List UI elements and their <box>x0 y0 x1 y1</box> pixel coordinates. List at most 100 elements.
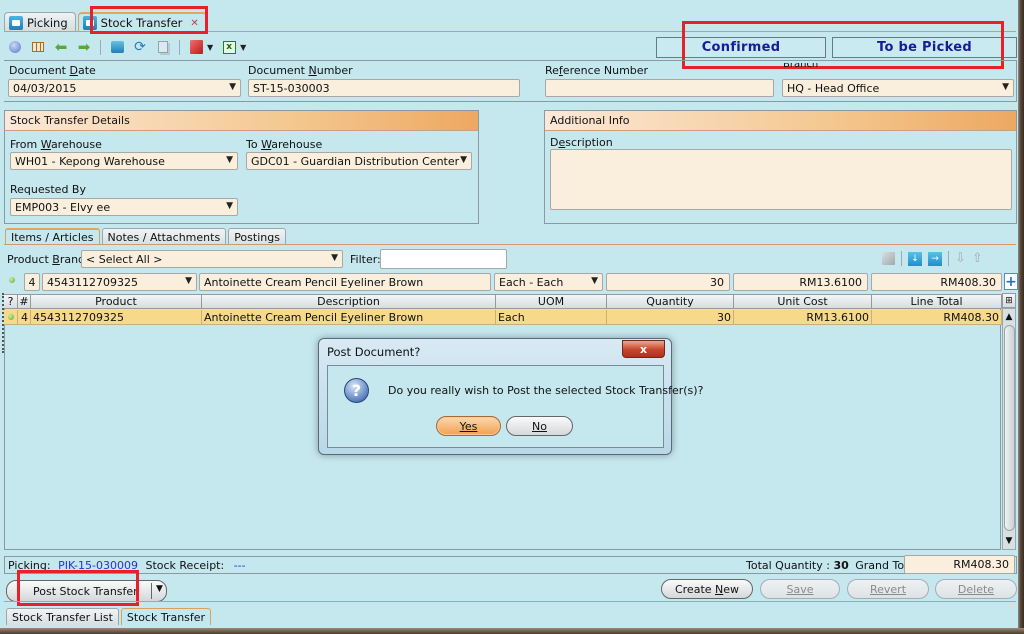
no-button[interactable]: No <box>506 416 573 436</box>
back-arrow-icon[interactable]: ⬅ <box>54 38 68 56</box>
column-header[interactable]: ? <box>4 295 18 308</box>
tab-items-articles[interactable]: Items / Articles <box>5 228 100 245</box>
revert-button[interactable]: Revert <box>847 579 929 599</box>
column-header[interactable]: # <box>18 295 31 308</box>
close-icon: x <box>639 342 648 356</box>
line-total-field[interactable]: RM408.30 <box>871 273 1002 291</box>
requested-by-select[interactable]: EMP003 - Elvy ee ▼ <box>10 198 238 216</box>
refresh-icon[interactable]: ⟳ <box>133 39 147 55</box>
detail-tabs: Items / Articles Notes / Attachments Pos… <box>5 228 286 245</box>
divider <box>4 31 1016 32</box>
reference-number-field[interactable] <box>545 79 774 97</box>
pdf-dropdown-icon[interactable]: ▼ <box>207 43 213 52</box>
from-warehouse-select[interactable]: WH01 - Kepong Warehouse ▼ <box>10 152 238 170</box>
cell-uom: Each <box>496 310 607 324</box>
to-warehouse-label: To Warehouse <box>246 138 323 151</box>
move-down-icon[interactable]: ⇩ <box>955 251 966 266</box>
yes-button[interactable]: Yes <box>436 416 501 436</box>
help-icon[interactable] <box>8 40 22 54</box>
chevron-down-icon[interactable]: ▼ <box>156 584 163 594</box>
tab-postings[interactable]: Postings <box>228 228 286 245</box>
tab-stock-transfer-form[interactable]: Stock Transfer <box>120 608 212 625</box>
toolbar: ⬅ ➡ ⟳ ▼ x ▼ <box>8 37 246 57</box>
vertical-scrollbar[interactable]: ▲ ▼ <box>1002 308 1016 550</box>
panel-title: Stock Transfer Details <box>5 111 478 131</box>
uom-select[interactable]: Each - Each ▼ <box>494 273 603 291</box>
move-up-icon[interactable]: ⇧ <box>972 251 983 266</box>
save-button[interactable]: Save <box>760 579 840 599</box>
excel-dropdown-icon[interactable]: ▼ <box>240 43 246 52</box>
picking-link[interactable]: PIK-15-030009 <box>58 559 138 572</box>
separator <box>948 251 949 266</box>
cell-product: 4543112709325 <box>31 310 202 324</box>
column-header[interactable]: Unit Cost <box>734 295 872 308</box>
description-label: Description <box>550 136 613 149</box>
edit-disabled-icon[interactable] <box>882 252 895 265</box>
pdf-icon[interactable] <box>189 40 203 54</box>
post-stock-transfer-button[interactable]: Post Stock Transfer ▼ <box>6 580 167 602</box>
grid-header: ? # Product Description UOM Quantity Uni… <box>4 294 1002 309</box>
column-header[interactable]: Quantity <box>607 295 734 308</box>
product-brand-select[interactable]: < Select All > ▼ <box>81 250 343 268</box>
tab-stock-transfer-list[interactable]: Stock Transfer List <box>6 608 119 625</box>
document-number-field[interactable]: ST-15-030003 <box>248 79 520 97</box>
tab-picking[interactable]: Picking <box>4 12 76 32</box>
separator <box>100 39 101 55</box>
excel-icon[interactable]: x <box>222 40 236 54</box>
divider <box>4 601 1016 602</box>
stock-transfer-icon <box>82 16 97 30</box>
column-header[interactable]: Line Total <box>872 295 1002 308</box>
column-chooser-icon[interactable]: ⊞ <box>1002 293 1016 308</box>
dialog-message: Do you really wish to Post the selected … <box>388 384 704 397</box>
product-brand-label: Product Brand: <box>7 253 89 266</box>
scroll-up-icon[interactable]: ▲ <box>1003 310 1015 324</box>
tab-label: Stock Transfer <box>100 16 183 30</box>
total-quantity: 30 <box>833 559 849 572</box>
print-icon[interactable] <box>110 40 124 54</box>
description-textarea[interactable] <box>550 149 1012 210</box>
document-tabs: Picking Stock Transfer ✕ <box>4 12 207 32</box>
chevron-down-icon: ▼ <box>1002 82 1009 92</box>
chevron-down-icon: ▼ <box>460 155 467 165</box>
close-button[interactable]: x <box>622 340 665 358</box>
column-header[interactable]: UOM <box>496 295 607 308</box>
copy-icon[interactable] <box>156 40 170 54</box>
table-row[interactable]: 4 4543112709325 Antoinette Cream Pencil … <box>4 310 1002 325</box>
csv-export-icon[interactable]: → <box>928 251 942 266</box>
filter-input[interactable] <box>380 249 507 269</box>
product-select[interactable]: 4543112709325 ▼ <box>42 273 197 291</box>
column-header[interactable]: Product <box>31 295 202 308</box>
column-header[interactable]: Description <box>202 295 496 308</box>
close-icon[interactable]: ✕ <box>190 18 198 29</box>
tab-stock-transfer[interactable]: Stock Transfer ✕ <box>77 12 207 32</box>
dialog-body: ? Do you really wish to Post the selecte… <box>327 365 703 448</box>
grid-icon[interactable] <box>31 40 45 54</box>
divider <box>4 244 1016 245</box>
chevron-down-icon: ▼ <box>226 201 233 211</box>
picking-info: Picking: PIK-15-030009 Stock Receipt: --… <box>8 559 246 572</box>
document-date-field[interactable]: 04/03/2015 ▼ <box>8 79 241 97</box>
csv-import-icon[interactable]: ↓ <box>908 251 922 266</box>
scroll-thumb[interactable] <box>1004 325 1015 531</box>
quantity-field[interactable]: 30 <box>606 273 730 291</box>
unit-cost-field[interactable]: RM13.6100 <box>733 273 868 291</box>
forward-arrow-icon[interactable]: ➡ <box>77 38 91 56</box>
scroll-down-icon[interactable]: ▼ <box>1003 534 1015 548</box>
question-icon: ? <box>344 378 369 403</box>
description-field[interactable]: Antoinette Cream Pencil Eyeliner Brown <box>199 273 491 291</box>
delete-button[interactable]: Delete <box>935 579 1017 599</box>
chevron-down-icon: ▼ <box>591 276 598 286</box>
tab-notes-attachments[interactable]: Notes / Attachments <box>101 228 227 245</box>
line-number-field[interactable]: 4 <box>24 273 40 291</box>
filter-label: Filter: <box>350 253 381 266</box>
cell-description: Antoinette Cream Pencil Eyeliner Brown <box>202 310 496 324</box>
branch-select[interactable]: HQ - Head Office ▼ <box>782 79 1014 97</box>
from-warehouse-label: From Warehouse <box>10 138 102 151</box>
chevron-down-icon: ▼ <box>185 276 192 286</box>
cell-quantity: 30 <box>607 310 734 324</box>
create-new-button[interactable]: Create New <box>661 579 753 599</box>
add-line-button[interactable]: + <box>1004 273 1018 290</box>
requested-by-label: Requested By <box>10 183 86 196</box>
reference-number-label: Reference Number <box>545 64 649 77</box>
to-warehouse-select[interactable]: GDC01 - Guardian Distribution Center ▼ <box>246 152 472 170</box>
